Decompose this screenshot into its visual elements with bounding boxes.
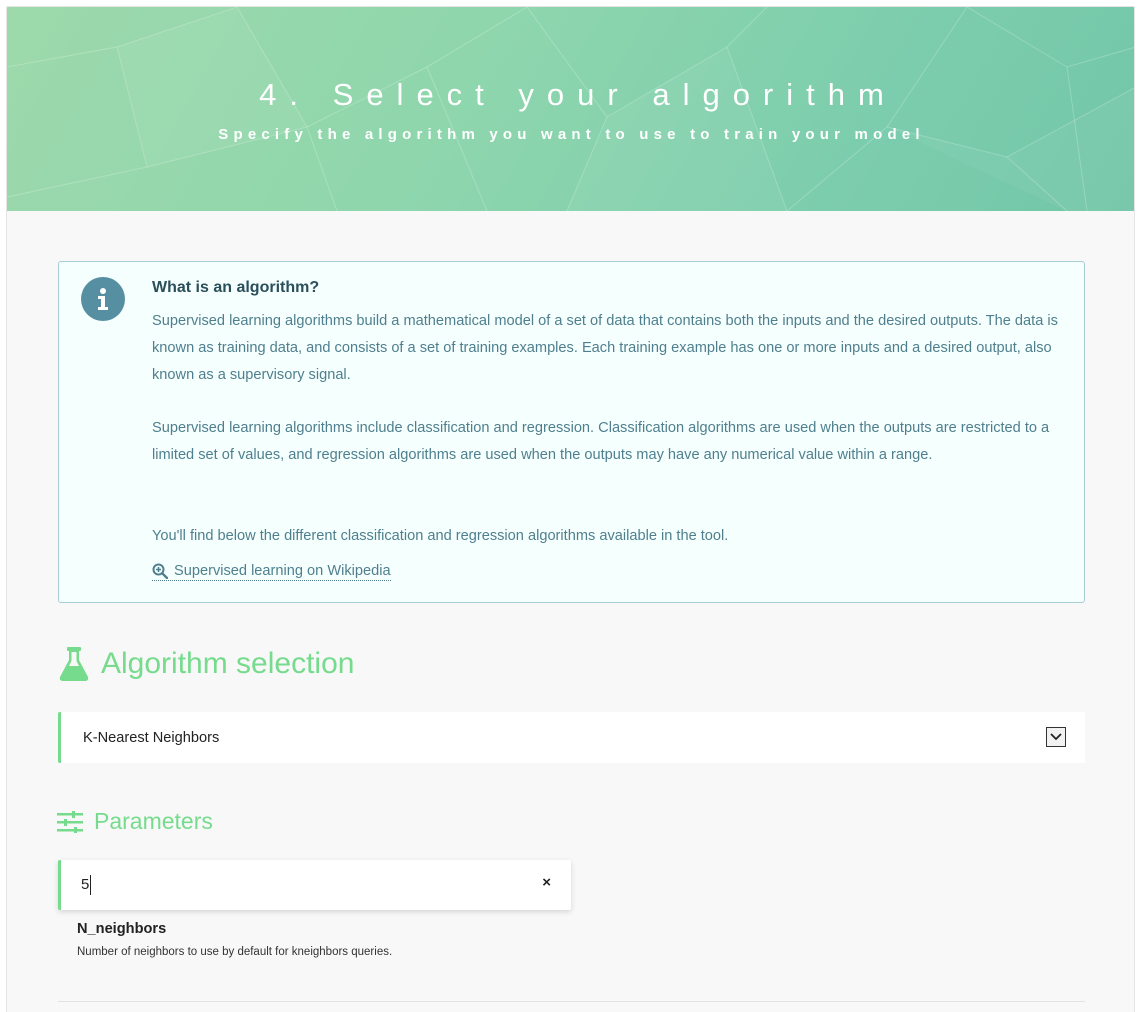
hero-banner: 4. Select your algorithm Specify the alg… xyxy=(7,7,1134,211)
algorithm-section-title: Algorithm selection xyxy=(101,647,355,680)
page-title: 4. Select your algorithm xyxy=(259,77,897,112)
algorithm-select-value: K-Nearest Neighbors xyxy=(83,729,220,746)
text-cursor xyxy=(90,875,91,895)
zoom-in-icon xyxy=(152,563,168,579)
n-neighbors-input[interactable]: 5 × xyxy=(58,860,571,910)
parameter-description: Number of neighbors to use by default fo… xyxy=(77,946,393,958)
n-neighbors-value[interactable]: 5 xyxy=(81,876,89,893)
clear-button[interactable]: × xyxy=(542,874,551,891)
info-paragraph: You'll find below the different classifi… xyxy=(152,528,729,544)
divider xyxy=(58,1001,1085,1002)
sliders-icon xyxy=(57,810,83,833)
parameters-section-heading: Parameters xyxy=(57,808,213,835)
wikipedia-link[interactable]: Supervised learning on Wikipedia xyxy=(152,563,391,581)
algorithm-section-heading: Algorithm selection xyxy=(59,647,354,681)
info-paragraph: Supervised learning algorithms include c… xyxy=(152,420,1050,463)
page-card: 4. Select your algorithm Specify the alg… xyxy=(6,6,1135,1012)
algorithm-select[interactable]: K-Nearest Neighbors xyxy=(58,712,1085,763)
info-callout: What is an algorithm? Supervised learnin… xyxy=(58,261,1085,603)
parameter-name: N_neighbors xyxy=(77,921,167,937)
chevron-down-icon[interactable] xyxy=(1046,727,1066,747)
info-title: What is an algorithm? xyxy=(152,279,320,296)
page-subtitle: Specify the algorithm you want to use to… xyxy=(218,126,925,143)
info-icon xyxy=(81,277,125,321)
wikipedia-link-label: Supervised learning on Wikipedia xyxy=(174,563,391,579)
parameters-section-title: Parameters xyxy=(94,808,213,834)
info-paragraph: Supervised learning algorithms build a m… xyxy=(152,313,1058,383)
flask-icon xyxy=(59,647,89,681)
